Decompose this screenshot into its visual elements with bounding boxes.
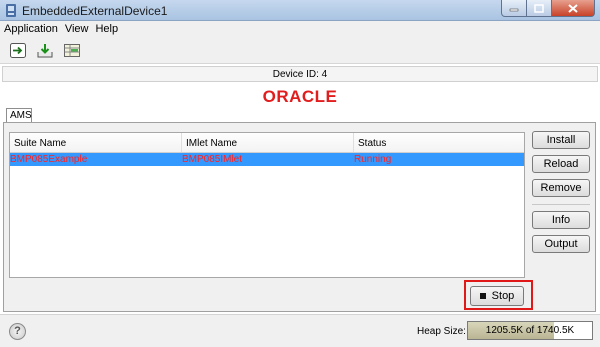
- output-button[interactable]: Output: [532, 235, 590, 253]
- arrow-right-icon: [10, 43, 26, 58]
- remove-button[interactable]: Remove: [532, 179, 590, 197]
- app-icon: [6, 4, 16, 17]
- close-button[interactable]: [552, 0, 595, 17]
- table-row[interactable]: BMP085Example BMP085IMlet Running: [10, 153, 524, 166]
- oracle-logo: ORACLE: [262, 87, 338, 106]
- suite-table: Suite Name IMlet Name Status BMP085Examp…: [9, 132, 525, 278]
- maximize-icon: [534, 3, 544, 13]
- toolbar: [0, 38, 600, 64]
- stop-icon: [479, 293, 486, 299]
- window-title: EmbeddedExternalDevice1: [22, 4, 168, 18]
- device-id-bar: Device ID: 4: [2, 66, 598, 82]
- install-toolbar-button[interactable]: [36, 42, 54, 59]
- stop-button[interactable]: Stop: [470, 286, 524, 306]
- column-status[interactable]: Status: [354, 133, 524, 152]
- cell-imlet-name: BMP085IMlet: [182, 154, 243, 165]
- tab-ams[interactable]: AMS: [6, 108, 32, 122]
- heap-size-label: Heap Size:: [417, 326, 466, 337]
- download-icon: [37, 44, 53, 58]
- status-bar: ? Heap Size: 1205.5K of 1740.5K: [0, 314, 600, 347]
- help-icon[interactable]: ?: [9, 323, 26, 340]
- minimize-button[interactable]: [501, 0, 527, 17]
- heap-size-value: 1205.5K of 1740.5K: [485, 325, 575, 336]
- title-bar: EmbeddedExternalDevice1: [0, 0, 600, 21]
- column-suite-name[interactable]: Suite Name: [10, 133, 182, 152]
- run-button[interactable]: [9, 42, 27, 59]
- table-header: Suite Name IMlet Name Status: [10, 133, 524, 153]
- maximize-button[interactable]: [527, 0, 552, 17]
- device-id-label: Device ID: 4: [272, 69, 328, 80]
- reload-button[interactable]: Reload: [532, 155, 590, 173]
- menu-application[interactable]: Application: [0, 21, 61, 38]
- info-button[interactable]: Info: [532, 211, 590, 229]
- menu-bar: Application View Help: [0, 21, 600, 38]
- menu-view[interactable]: View: [61, 21, 92, 38]
- cell-suite-name: BMP085Example: [10, 154, 88, 165]
- grid-icon: [64, 44, 80, 57]
- cell-status: Running: [354, 154, 392, 165]
- heap-size-bar: 1205.5K of 1740.5K: [467, 321, 593, 340]
- column-imlet-name[interactable]: IMlet Name: [182, 133, 354, 152]
- close-icon: [568, 3, 578, 13]
- stop-label: Stop: [491, 290, 515, 302]
- button-separator: [532, 204, 590, 205]
- install-button[interactable]: Install: [532, 131, 590, 149]
- manage-toolbar-button[interactable]: [63, 42, 81, 59]
- menu-help[interactable]: Help: [91, 21, 121, 38]
- minimize-icon: [509, 8, 519, 12]
